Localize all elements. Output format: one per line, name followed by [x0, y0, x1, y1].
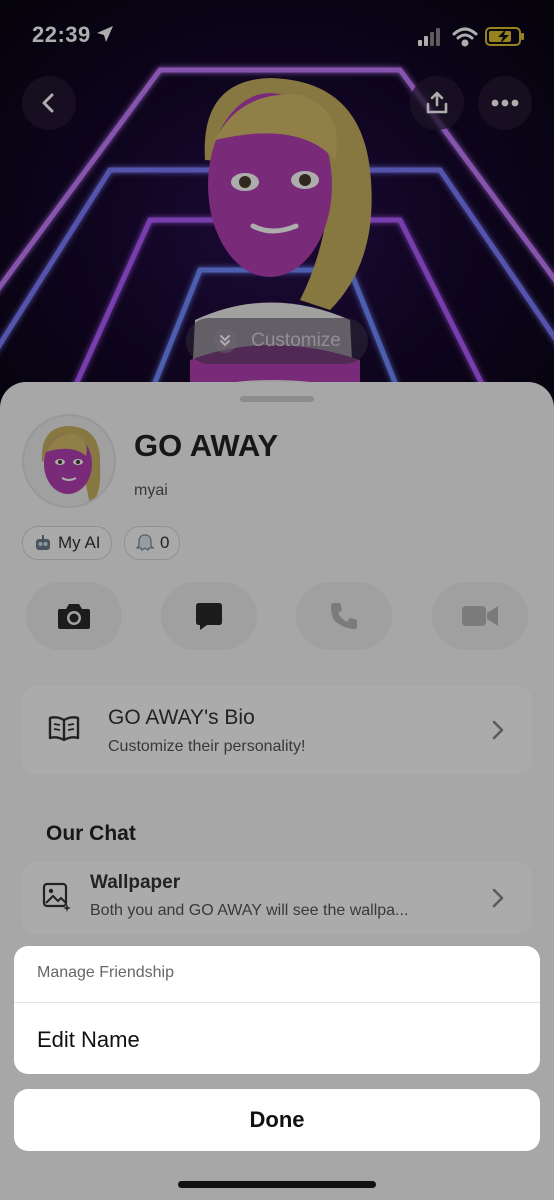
action-sheet-header: Manage Friendship	[37, 964, 174, 981]
edit-name-option[interactable]: Edit Name	[37, 1027, 140, 1053]
home-indicator	[178, 1181, 376, 1188]
manage-friendship-sheet: Manage Friendship Edit Name	[14, 946, 540, 1074]
done-button[interactable]: Done	[14, 1089, 540, 1151]
divider	[14, 1002, 540, 1003]
